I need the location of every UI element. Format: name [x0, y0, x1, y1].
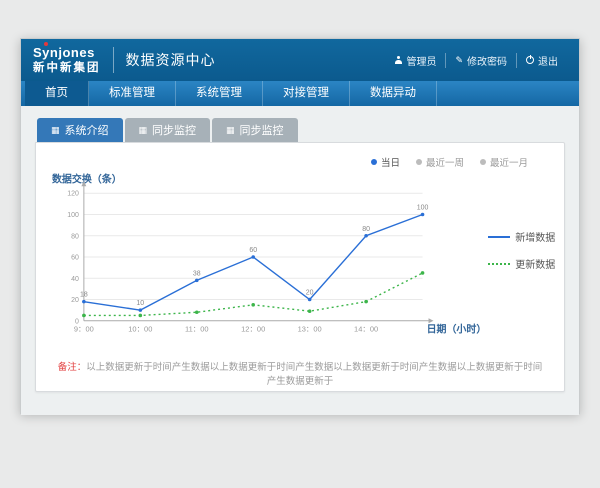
logout-button[interactable]: 退出: [516, 53, 567, 68]
svg-text:80: 80: [362, 226, 370, 233]
content-area: 系统介绍 同步监控 同步监控 当日 最近一周: [21, 106, 579, 415]
svg-text:20: 20: [306, 290, 314, 297]
grid-icon: [51, 124, 60, 136]
svg-text:18: 18: [80, 292, 88, 299]
time-filter-legend: 当日 最近一周 最近一月: [36, 143, 564, 169]
svg-text:60: 60: [249, 247, 257, 254]
logo-subtext: 新中新集团: [33, 62, 101, 75]
chart-panel: 当日 最近一周 最近一月 数据交换（条）0204060801001209：001…: [35, 142, 565, 392]
svg-text:80: 80: [71, 233, 79, 240]
dotted-line-sample: [488, 263, 510, 265]
change-password-button[interactable]: 修改密码: [445, 53, 516, 68]
header-actions: 管理员 修改密码 退出: [385, 53, 567, 68]
app-window: Synjones 新中新集团 数据资源中心 管理员 修改密码 退出 首页 标准管…: [20, 38, 580, 414]
grid-icon: [139, 124, 148, 136]
logo: Synjones 新中新集团: [33, 46, 101, 75]
filter-label: 最近一周: [426, 155, 464, 169]
nav-item-data-change[interactable]: 数据异动: [350, 81, 437, 106]
svg-text:10: 10: [136, 300, 144, 307]
svg-text:13：00: 13：00: [298, 325, 322, 334]
svg-text:120: 120: [67, 191, 79, 198]
tab-label: 同步监控: [240, 122, 284, 138]
legend-dot: [371, 159, 377, 165]
logout-label: 退出: [538, 53, 558, 68]
tab-sync-monitor-1[interactable]: 同步监控: [125, 118, 211, 142]
line-chart: 数据交换（条）0204060801001209：0010：0011：0012：0…: [50, 171, 488, 349]
solid-line-sample: [488, 236, 510, 238]
svg-text:12：00: 12：00: [241, 325, 265, 334]
svg-text:40: 40: [71, 276, 79, 283]
change-password-label: 修改密码: [467, 53, 507, 68]
legend-dot: [416, 159, 422, 165]
logout-icon: [526, 56, 534, 64]
filter-last-week[interactable]: 最近一周: [416, 155, 464, 169]
admin-user-label: 管理员: [406, 53, 436, 68]
series-label: 更新数据: [515, 256, 555, 271]
nav-item-connect-mgmt[interactable]: 对接管理: [263, 81, 350, 106]
edit-icon: [455, 55, 463, 66]
logo-text: Synjones: [33, 46, 101, 60]
header-divider: [113, 47, 114, 73]
filter-label: 最近一月: [490, 155, 528, 169]
svg-text:14：00: 14：00: [354, 325, 378, 334]
series-label: 新增数据: [515, 229, 555, 244]
nav-item-home[interactable]: 首页: [25, 81, 89, 106]
main-nav: 首页 标准管理 系统管理 对接管理 数据异动: [21, 81, 579, 106]
series-new-data: 新增数据: [488, 229, 564, 244]
svg-text:数据交换（条）: 数据交换（条）: [52, 172, 122, 185]
svg-text:60: 60: [71, 255, 79, 262]
filter-today[interactable]: 当日: [371, 155, 400, 169]
svg-text:20: 20: [71, 297, 79, 304]
admin-user-button[interactable]: 管理员: [385, 53, 445, 68]
nav-item-system-mgmt[interactable]: 系统管理: [176, 81, 263, 106]
svg-text:38: 38: [193, 270, 201, 277]
tab-system-intro[interactable]: 系统介绍: [37, 118, 123, 142]
svg-text:日期（小时）: 日期（小时）: [427, 323, 487, 336]
legend-dot: [480, 159, 486, 165]
svg-text:9：00: 9：00: [74, 325, 94, 334]
filter-label: 当日: [381, 155, 400, 169]
series-legend: 新增数据 更新数据: [488, 229, 564, 271]
header: Synjones 新中新集团 数据资源中心 管理员 修改密码 退出: [21, 39, 579, 81]
svg-text:11：00: 11：00: [185, 325, 209, 334]
tab-bar: 系统介绍 同步监控 同步监控: [37, 118, 565, 142]
svg-text:100: 100: [67, 212, 79, 219]
svg-text:10：00: 10：00: [128, 325, 152, 334]
footnote: 备注：以上数据更新于时间产生数据以上数据更新于时间产生数据以上数据更新于时间产生…: [36, 359, 564, 387]
tab-label: 系统介绍: [65, 122, 109, 138]
user-icon: [394, 56, 402, 64]
tab-label: 同步监控: [152, 122, 196, 138]
grid-icon: [226, 124, 235, 136]
footnote-text: 以上数据更新于时间产生数据以上数据更新于时间产生数据以上数据更新于时间产生数据以…: [86, 362, 542, 387]
tab-sync-monitor-2[interactable]: 同步监控: [212, 118, 298, 142]
svg-text:100: 100: [417, 205, 429, 212]
app-title: 数据资源中心: [126, 50, 216, 70]
series-updated-data: 更新数据: [488, 256, 564, 271]
filter-last-month[interactable]: 最近一月: [480, 155, 528, 169]
footnote-prefix: 备注：: [58, 362, 87, 373]
nav-item-standard-mgmt[interactable]: 标准管理: [89, 81, 176, 106]
chart-area: 数据交换（条）0204060801001209：0010：0011：0012：0…: [36, 169, 564, 349]
